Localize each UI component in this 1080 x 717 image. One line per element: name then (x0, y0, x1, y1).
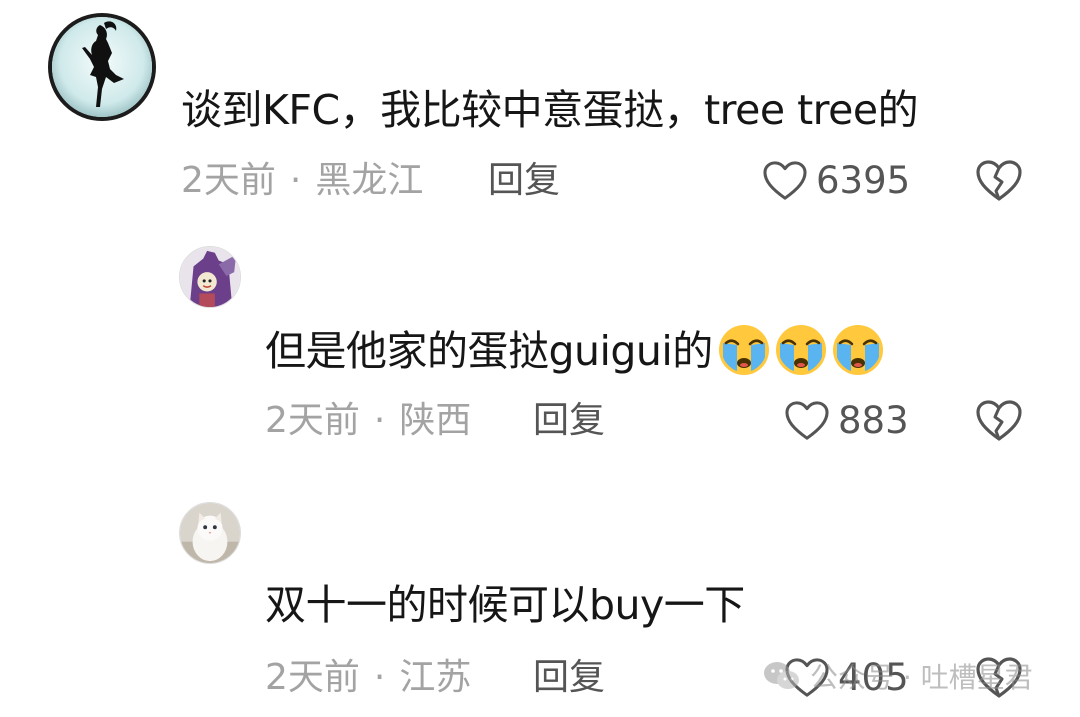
avatar[interactable] (179, 246, 241, 308)
emoji-group (717, 323, 885, 377)
crying-face-emoji-icon (718, 325, 769, 375)
like-button[interactable]: 6395 (762, 159, 910, 203)
heart-icon (785, 401, 829, 440)
crying-face-emoji-icon (832, 325, 883, 375)
white-cat-avatar-icon (180, 503, 240, 563)
heart-icon (763, 161, 807, 200)
comment-text: 但是他家的蛋挞guigui的 (265, 325, 885, 381)
comment-text-content: 但是他家的蛋挞guigui的 (265, 327, 713, 375)
broken-heart-icon[interactable] (975, 399, 1023, 443)
reply-button[interactable]: 回复 (488, 159, 560, 203)
like-count: 883 (838, 399, 909, 442)
wechat-icon (764, 662, 799, 689)
like-count: 6395 (816, 159, 911, 202)
watermark-text: 公众号 · 吐槽星君 (810, 661, 1033, 694)
reply-button[interactable]: 回复 (533, 399, 605, 443)
crying-face-emoji-icon (775, 325, 826, 375)
meta-separator: · (373, 400, 386, 441)
comment-meta: 2天前 · 江苏 (265, 656, 471, 700)
avatar[interactable] (48, 13, 156, 121)
watermark: 公众号 · 吐槽星君 (762, 653, 1033, 699)
reply-button[interactable]: 回复 (533, 656, 605, 700)
like-button[interactable]: 883 (784, 399, 909, 443)
avatar[interactable] (179, 502, 241, 564)
cartoon-character-avatar-icon (180, 247, 240, 307)
comment-meta: 2天前 · 陕西 (265, 399, 471, 443)
meta-separator: · (289, 160, 302, 201)
sailor-moon-silhouette-icon (52, 17, 152, 117)
comment-meta: 2天前 · 黑龙江 (181, 159, 423, 203)
broken-heart-icon[interactable] (975, 159, 1023, 203)
comment-location: 陕西 (399, 400, 472, 441)
comment-time: 2天前 (265, 657, 360, 698)
comment-location: 江苏 (399, 657, 472, 698)
comment-time: 2天前 (181, 160, 276, 201)
comment-text: 谈到KFC，我比较中意蛋挞，tree tree的 (181, 86, 919, 134)
comment-time: 2天前 (265, 400, 360, 441)
meta-separator: · (373, 657, 386, 698)
comment-location: 黑龙江 (315, 160, 424, 201)
comment-text: 双十一的时候可以buy一下 (265, 581, 745, 629)
